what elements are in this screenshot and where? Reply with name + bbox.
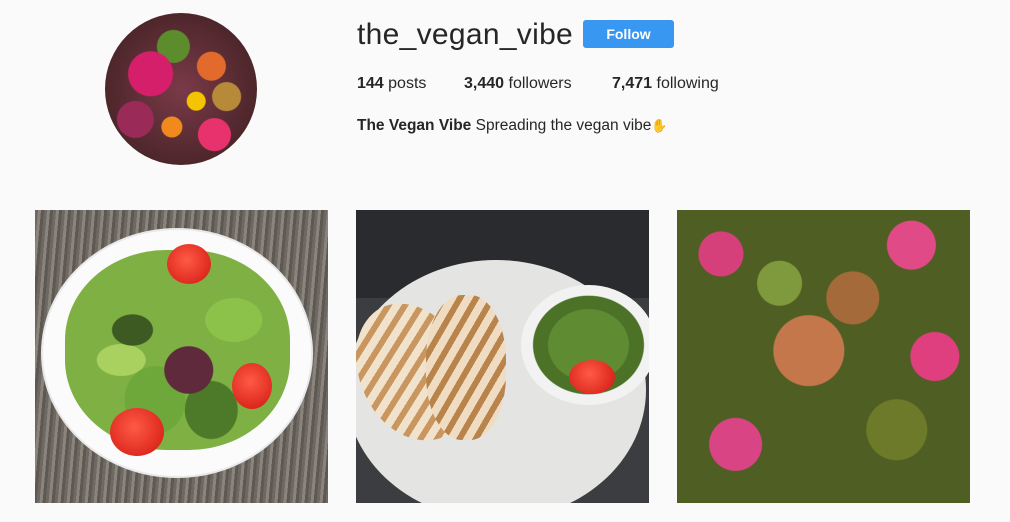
following-stat[interactable]: 7,471 following <box>612 75 719 93</box>
followers-count: 3,440 <box>464 75 505 92</box>
posts-count: 144 <box>357 75 384 92</box>
post-thumbnail-tofu-salad[interactable] <box>677 210 970 503</box>
bio-name: The Vegan Vibe <box>357 117 472 134</box>
followers-stat[interactable]: 3,440 followers <box>464 75 572 93</box>
tomato-shape <box>167 244 211 284</box>
username: the_vegan_vibe <box>357 18 574 51</box>
follow-button[interactable]: Follow <box>583 20 674 48</box>
tomato-shape <box>110 408 164 456</box>
profile-avatar[interactable] <box>105 13 257 165</box>
posts-label: posts <box>388 75 427 92</box>
posts-stat: 144 posts <box>357 75 426 93</box>
post-thumbnail-wrap[interactable] <box>356 210 649 503</box>
profile-bio: The Vegan Vibe Spreading the vegan vibe✋ <box>357 117 668 135</box>
following-count: 7,471 <box>612 75 653 92</box>
post-thumbnail-salad[interactable] <box>35 210 328 503</box>
followers-label: followers <box>508 75 572 92</box>
tomato-shape <box>569 360 615 394</box>
following-label: following <box>656 75 719 92</box>
hand-emoji-icon: ✋ <box>651 118 668 133</box>
wrap-shape <box>426 295 506 440</box>
tomato-shape <box>232 363 272 409</box>
bio-text: Spreading the vegan vibe <box>475 117 652 134</box>
